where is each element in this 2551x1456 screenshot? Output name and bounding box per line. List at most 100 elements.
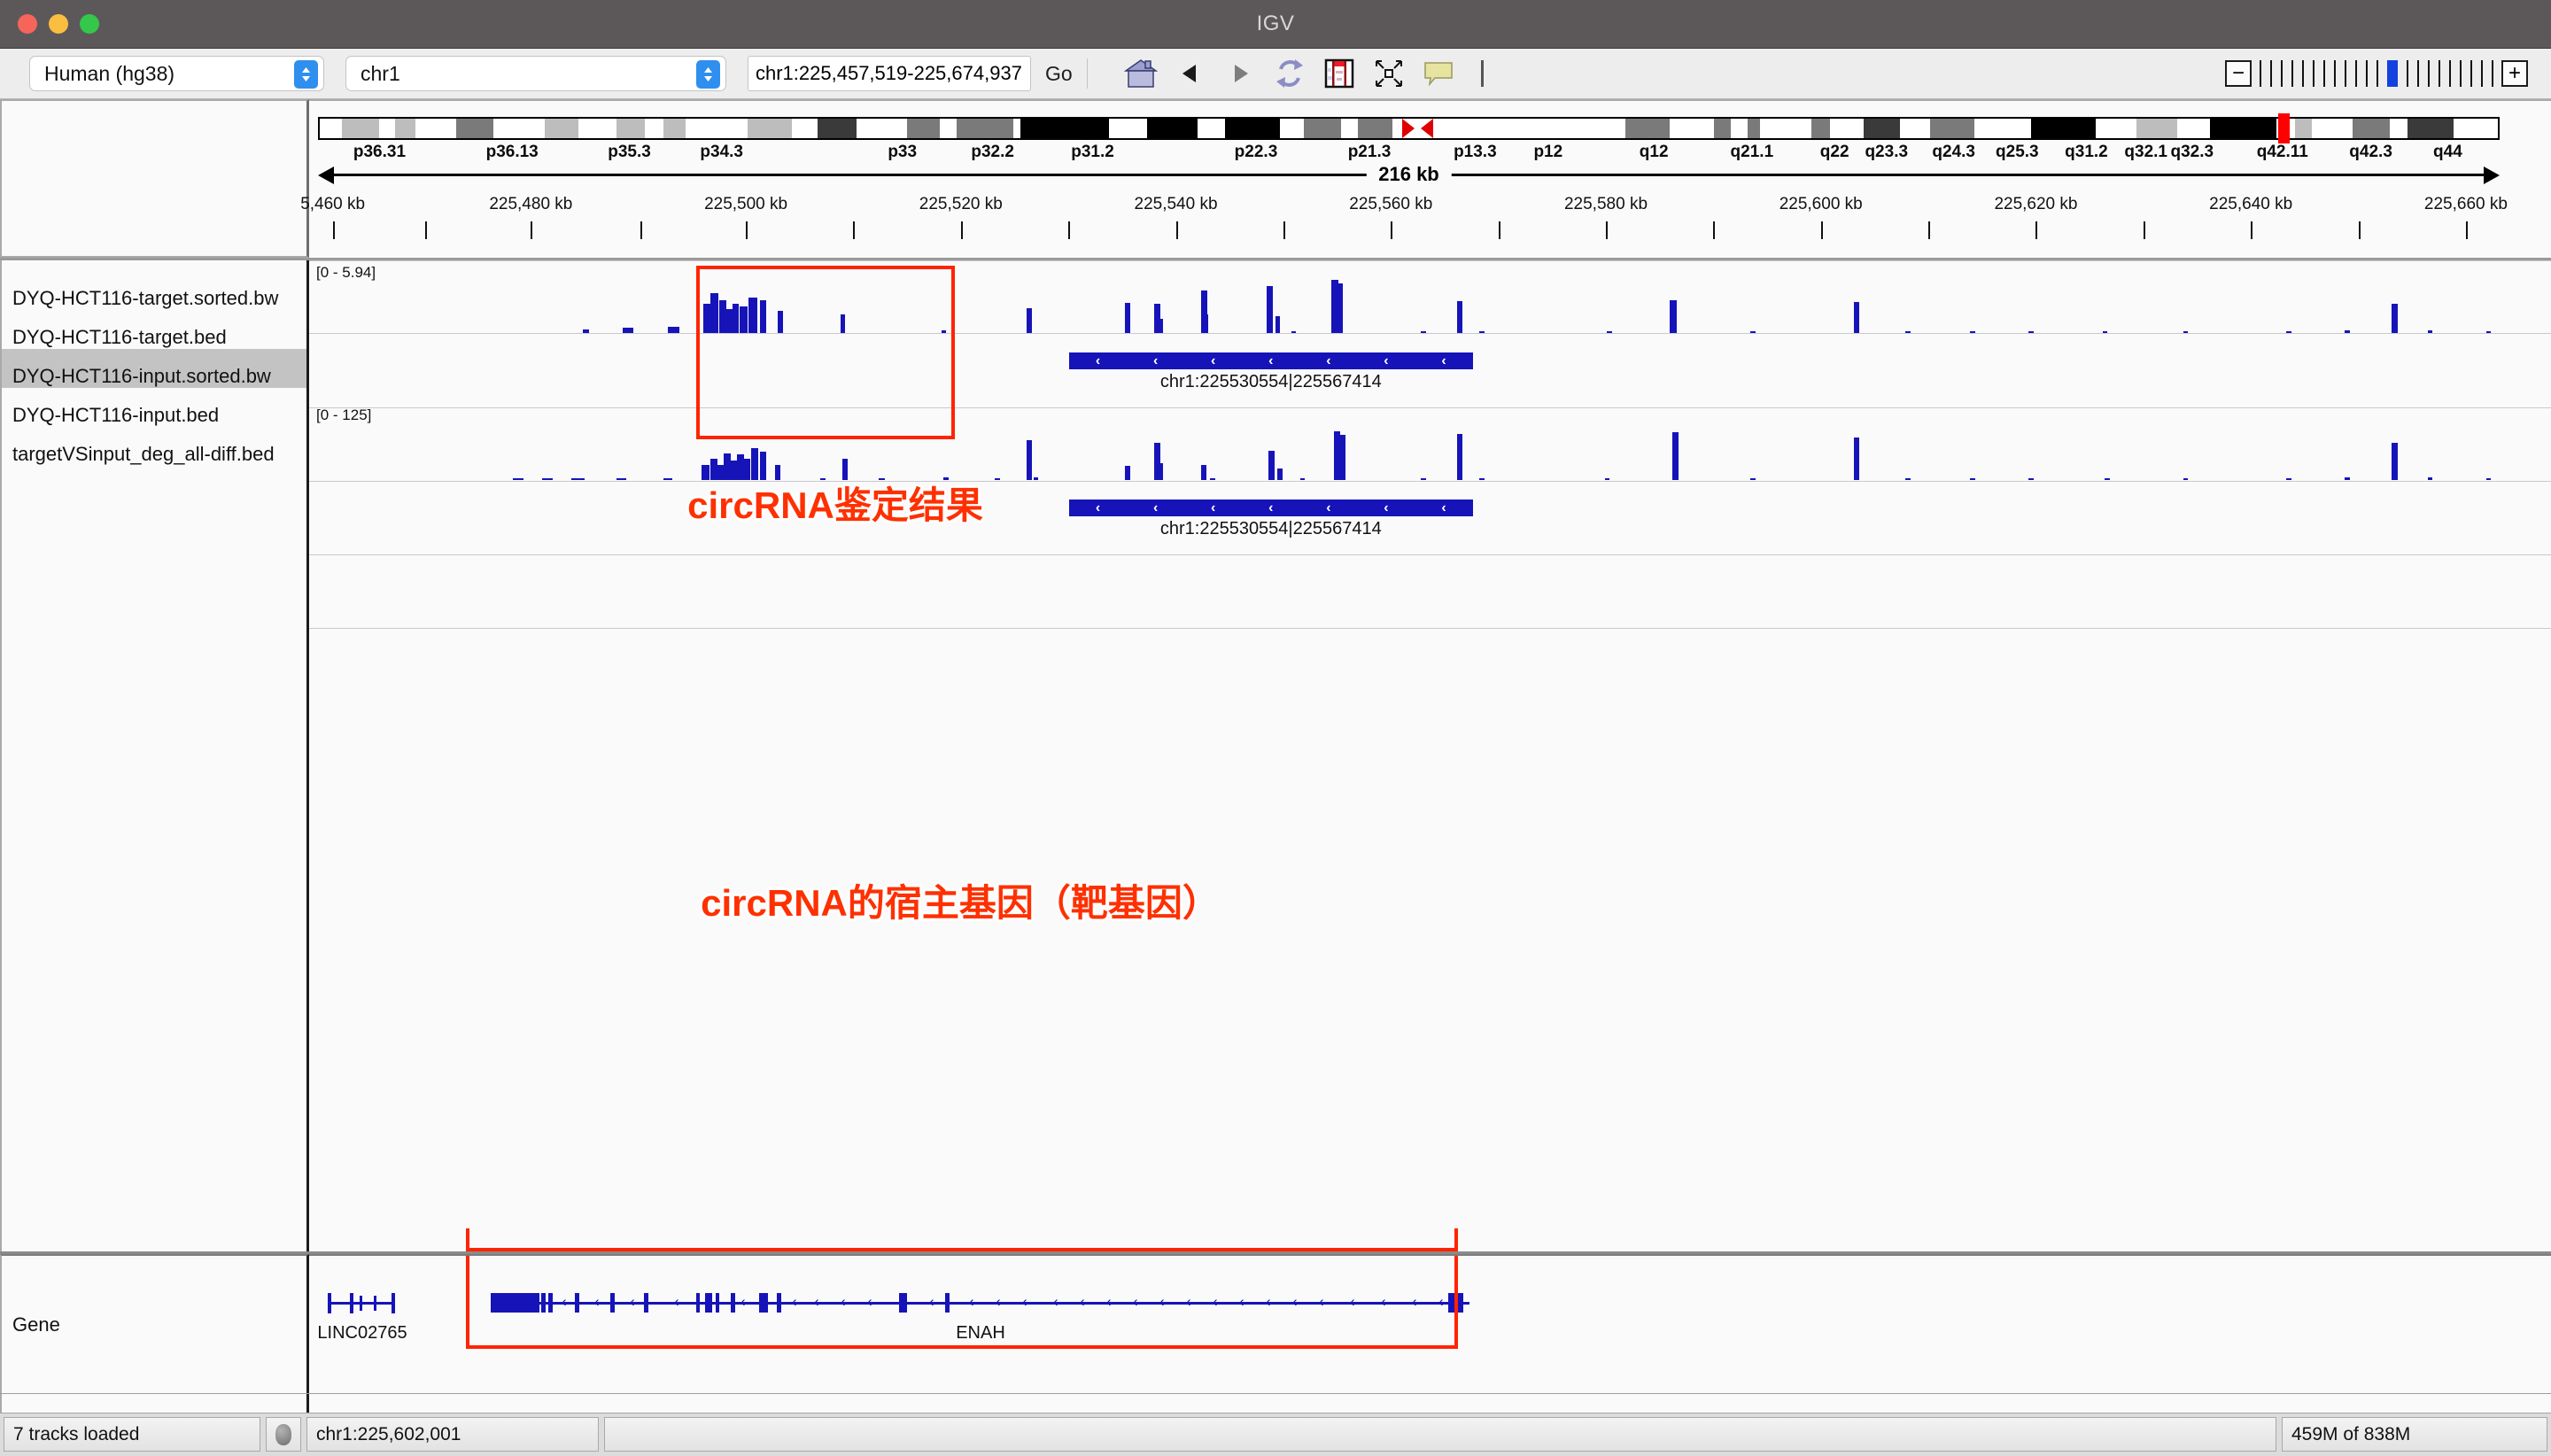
coverage-bar [2286, 478, 2291, 480]
cytoband [857, 119, 908, 138]
strand-arrow-icon: ‹ [1350, 1294, 1355, 1309]
zoom-out-button[interactable]: − [2225, 60, 2252, 87]
gene-exon [548, 1293, 553, 1313]
maximize-button[interactable] [80, 14, 99, 34]
zoom-tick[interactable] [2439, 60, 2440, 87]
track-name-item[interactable]: DYQ-HCT116-input.sorted.bw [12, 365, 271, 388]
ruler[interactable]: 216 kb 5,460 kb225,480 kb225,500 kb225,5… [318, 161, 2500, 259]
cytoband [2353, 119, 2390, 138]
cytoband [1280, 119, 1304, 138]
ruler-tick [746, 221, 748, 239]
chevron-up-down-icon[interactable] [696, 60, 720, 89]
cytoband [1731, 119, 1748, 138]
coverage-bar [1338, 283, 1344, 333]
zoom-tick[interactable] [2460, 60, 2462, 87]
zoom-tick[interactable] [2387, 60, 2398, 87]
locus-input-value: chr1:225,457,519-225,674,937 [756, 62, 1022, 85]
gene-exon [328, 1293, 331, 1313]
zoom-in-button[interactable]: + [2501, 60, 2528, 87]
locus-input[interactable]: chr1:225,457,519-225,674,937 [748, 56, 1031, 91]
cytoband [2096, 119, 2136, 138]
toolbar-separator [1087, 58, 1088, 89]
ideogram[interactable]: p36.31p36.13p35.3p34.3p33p32.2p31.2p22.3… [318, 117, 2500, 142]
zoom-tick[interactable] [2481, 60, 2483, 87]
zoom-tick[interactable] [2260, 60, 2261, 87]
forward-arrow-icon[interactable] [1215, 54, 1265, 93]
cytoband [2031, 119, 2096, 138]
gene-name-panel[interactable]: Gene [0, 1254, 309, 1393]
gene-data-panel[interactable]: LINC02765 ‹‹‹‹‹‹‹‹‹‹‹‹‹‹‹‹‹‹‹‹‹‹‹‹‹‹‹‹ E… [309, 1254, 2551, 1393]
cytoband-bar[interactable] [318, 117, 2500, 140]
go-button[interactable]: Go [1040, 60, 1078, 88]
zoom-tick[interactable] [2355, 60, 2357, 87]
refresh-icon[interactable] [1265, 54, 1314, 93]
bed-feature-target[interactable]: ‹‹‹‹‹‹‹ [1069, 352, 1473, 369]
zoom-slider[interactable]: − + [2225, 58, 2528, 89]
zoom-ticks[interactable] [2260, 58, 2493, 89]
genome-select[interactable]: Human (hg38) [29, 56, 324, 91]
chevron-up-down-icon[interactable] [294, 60, 318, 89]
zoom-tick[interactable] [2492, 60, 2493, 87]
minimize-button[interactable] [49, 14, 68, 34]
bed-feature-input[interactable]: ‹‹‹‹‹‹‹ [1069, 500, 1473, 516]
cytoband [1433, 119, 1570, 138]
zoom-tick[interactable] [2291, 60, 2293, 87]
zoom-tick[interactable] [2366, 60, 2368, 87]
track-name-item[interactable]: DYQ-HCT116-target.bed [12, 326, 227, 349]
cytoband [1304, 119, 1341, 138]
coverage-bar [2428, 477, 2433, 480]
zoom-tick[interactable] [2449, 60, 2451, 87]
cytoband [395, 119, 415, 138]
zoom-tick[interactable] [2281, 60, 2283, 87]
zoom-tick[interactable] [2407, 60, 2408, 87]
zoom-tick[interactable] [2334, 60, 2336, 87]
coverage-track-input[interactable] [309, 429, 2551, 480]
coverage-bar [2183, 331, 2189, 333]
cytoband [1900, 119, 1931, 138]
track-name-item[interactable]: targetVSinput_deg_all-diff.bed [12, 443, 275, 466]
home-icon[interactable] [1116, 54, 1166, 93]
zoom-tick[interactable] [2345, 60, 2346, 87]
strand-arrow-icon: ‹ [867, 1294, 872, 1309]
zoom-tick[interactable] [2377, 60, 2378, 87]
track-name-item[interactable]: DYQ-HCT116-input.bed [12, 404, 219, 427]
coverage-bar [2486, 331, 2492, 333]
coverage-bar [1607, 331, 1612, 333]
ruler-tick-label: 225,500 kb [704, 195, 787, 214]
coverage-bar [1027, 440, 1033, 480]
cytoband [1570, 119, 1625, 138]
track-name-item[interactable]: DYQ-HCT116-target.sorted.bw [12, 287, 278, 310]
zoom-tick[interactable] [2428, 60, 2430, 87]
strand-arrow-icon: ‹ [1292, 1294, 1298, 1309]
zoom-tick[interactable] [2270, 60, 2272, 87]
back-arrow-icon[interactable] [1166, 54, 1215, 93]
coverage-bar [1457, 301, 1462, 333]
current-position-marker [2278, 113, 2290, 143]
zoom-tick[interactable] [2417, 60, 2419, 87]
gene-exon [374, 1296, 376, 1311]
track-name-panel[interactable]: DYQ-HCT116-target.sorted.bw DYQ-HCT116-ta… [0, 260, 309, 1251]
zoom-tick[interactable] [2313, 60, 2315, 87]
cytoband [1760, 119, 1811, 138]
gene-exon [705, 1293, 712, 1313]
region-navigator-icon[interactable] [1314, 54, 1364, 93]
track-data-panel[interactable]: [0 - 5.94] [0 - 125] ‹‹‹‹‹‹‹ chr1:225530… [309, 260, 2551, 1251]
chromosome-select[interactable]: chr1 [345, 56, 726, 91]
strand-arrow-icon: ‹ [969, 1294, 974, 1309]
header-data-panel[interactable]: p36.31p36.13p35.3p34.3p33p32.2p31.2p22.3… [309, 99, 2551, 258]
coverage-bar [1276, 316, 1281, 333]
resize-to-window-icon[interactable] [1364, 54, 1414, 93]
gene-exon [759, 1293, 768, 1313]
status-memory[interactable]: 459M of 838M [2282, 1417, 2547, 1452]
close-button[interactable] [18, 14, 37, 34]
zoom-tick[interactable] [2323, 60, 2325, 87]
cytoband [578, 119, 616, 138]
coverage-bar [1210, 478, 1215, 480]
tooltip-icon[interactable] [1414, 54, 1463, 93]
zoom-tick[interactable] [2470, 60, 2472, 87]
gene-exon [491, 1293, 539, 1313]
strand-arrow-icon: ‹ [1022, 1294, 1027, 1309]
cytoband [1811, 119, 1830, 138]
zoom-tick[interactable] [2302, 60, 2304, 87]
coverage-track-target[interactable] [309, 280, 2551, 333]
